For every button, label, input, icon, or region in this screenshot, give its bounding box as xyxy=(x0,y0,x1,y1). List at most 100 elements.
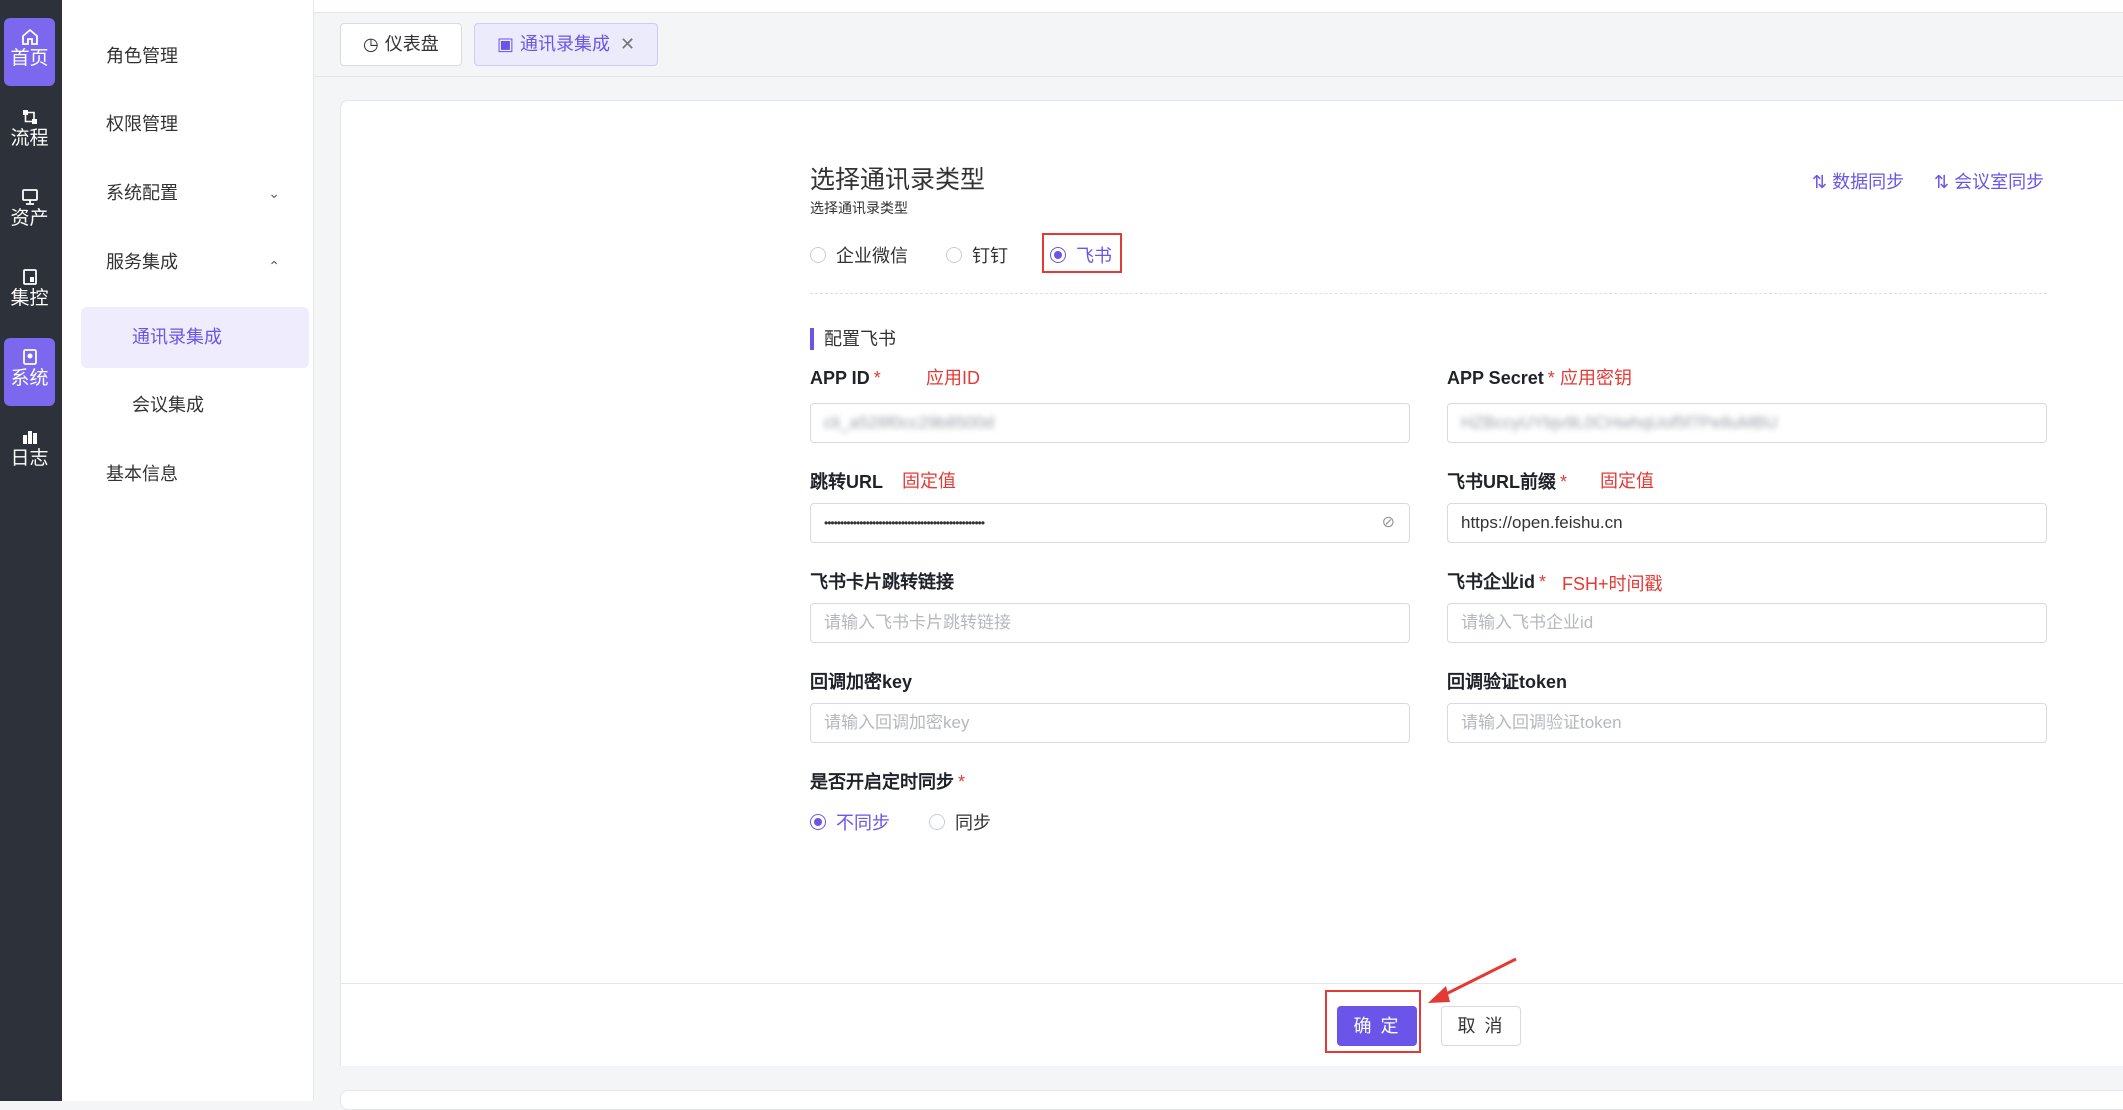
required-mark: * xyxy=(1560,472,1568,492)
main-card xyxy=(340,100,2123,1066)
sidebar: 角色管理 权限管理 系统配置 ⌄ 服务集成 ⌃ 通讯录集成 会议集成 基本信息 xyxy=(62,0,314,1101)
chevron-down-icon: ⌄ xyxy=(268,185,280,201)
rail-item-flow[interactable]: 流程 xyxy=(4,98,55,166)
required-mark: * xyxy=(1547,368,1555,388)
input-placeholder: 请输入回调验证token xyxy=(1461,713,1622,732)
input-value: https://open.feishu.cn xyxy=(1461,513,1623,532)
sidebar-item-label: 权限管理 xyxy=(106,114,178,134)
enterprise-id-input[interactable]: 请输入飞书企业id xyxy=(1447,603,2047,643)
rail-item-logs[interactable]: 日志 xyxy=(4,418,55,486)
input-placeholder: 请输入飞书企业id xyxy=(1461,613,1594,632)
divider xyxy=(810,293,2047,294)
flow-icon xyxy=(22,110,37,124)
callback-key-label: 回调加密key xyxy=(810,672,913,692)
sync-icon: ⇅ xyxy=(1934,172,1955,192)
input-value: ••••••••••••••••••••••••••••••••••••••••… xyxy=(824,516,985,530)
sidebar-item-roles[interactable]: 角色管理 xyxy=(62,25,314,87)
sidebar-item-basic-info[interactable]: 基本信息 xyxy=(62,443,314,505)
sidebar-item-label: 系统配置 xyxy=(106,183,178,203)
rail-item-home[interactable]: 首页 xyxy=(4,18,55,86)
redirect-url-label: 跳转URL xyxy=(810,472,883,492)
close-icon[interactable]: ✕ xyxy=(620,24,635,65)
rail-label: 日志 xyxy=(10,448,49,469)
rail-label: 流程 xyxy=(10,128,49,149)
radio-circle xyxy=(810,814,826,830)
tab-label: 仪表盘 xyxy=(384,34,439,54)
radio-label: 不同步 xyxy=(836,813,890,833)
sync-icon: ⇅ xyxy=(1812,172,1833,192)
app-secret-label: APP Secret * xyxy=(1447,368,1555,389)
radio-wecom[interactable]: 企业微信 xyxy=(810,240,908,270)
highlight-box-feishu xyxy=(1042,233,1122,273)
page-subtitle: 选择通讯录类型 xyxy=(810,200,908,216)
radio-label: 同步 xyxy=(955,813,991,833)
eye-hidden-icon[interactable]: ⊘ xyxy=(1382,504,1395,542)
radio-dingtalk[interactable]: 钉钉 xyxy=(946,240,1008,270)
rail-item-control[interactable]: 集控 xyxy=(4,258,55,326)
card-link-input[interactable]: 请输入飞书卡片跳转链接 xyxy=(810,603,1410,643)
sidebar-item-system-config[interactable]: 系统配置 ⌄ xyxy=(62,162,314,224)
radio-label: 钉钉 xyxy=(972,246,1008,266)
annotation-arrow-icon xyxy=(1428,957,1517,1003)
icon-rail: 首页 流程 资产 集控 系统 日志 xyxy=(0,0,62,1101)
app-secret-input[interactable]: HZBccyUYbjv9L0CHwhqUof5f7Pe8uMBU xyxy=(1447,403,2047,443)
data-sync-label: 数据同步 xyxy=(1832,172,1905,192)
room-sync-label: 会议室同步 xyxy=(1954,172,2045,192)
sidebar-subitem-label: 会议集成 xyxy=(132,395,204,415)
sidebar-item-label: 角色管理 xyxy=(106,46,178,66)
required-mark: * xyxy=(873,368,881,388)
radio-no-sync[interactable]: 不同步 xyxy=(810,807,890,837)
tab-contacts-integration[interactable]: ▣ 通讯录集成 ✕ xyxy=(474,23,659,66)
device-icon xyxy=(22,269,37,285)
callback-token-input[interactable]: 请输入回调验证token xyxy=(1447,703,2047,743)
data-sync-link[interactable]: ⇅ 数据同步 xyxy=(1812,168,1904,194)
tab-dashboard[interactable]: ◷ 仪表盘 xyxy=(340,23,462,66)
sidebar-item-permissions[interactable]: 权限管理 xyxy=(62,93,314,155)
annotation-feishu-url-prefix: 固定值 xyxy=(1600,471,1654,491)
dashboard-icon: ◷ xyxy=(363,34,379,54)
system-icon xyxy=(22,349,37,365)
redirect-url-input[interactable]: ••••••••••••••••••••••••••••••••••••••••… xyxy=(810,503,1410,543)
radio-sync[interactable]: 同步 xyxy=(929,807,991,837)
enterprise-id-label: 飞书企业id * xyxy=(1447,568,1546,594)
callback-token-label: 回调验证token xyxy=(1447,672,1568,692)
label-text: 飞书企业id xyxy=(1447,572,1535,592)
annotation-app-secret: 应用密钥 xyxy=(1560,368,1632,388)
card-link-label: 飞书卡片跳转链接 xyxy=(810,572,954,592)
app-id-input[interactable]: cli_a528f0cc29b8500d xyxy=(810,403,1410,443)
label-text: APP ID xyxy=(810,368,870,388)
rail-label: 首页 xyxy=(10,48,49,69)
required-mark: * xyxy=(1539,572,1547,592)
sidebar-item-service-integration[interactable]: 服务集成 ⌃ xyxy=(62,231,314,293)
sidebar-subitem-label: 通讯录集成 xyxy=(132,327,222,347)
secondary-card xyxy=(340,1090,2123,1110)
tab-label: 通讯录集成 xyxy=(520,34,611,54)
sidebar-item-label: 基本信息 xyxy=(106,464,178,484)
monitor-icon xyxy=(21,189,38,205)
room-sync-link[interactable]: ⇅ 会议室同步 xyxy=(1934,168,2044,194)
required-mark: * xyxy=(958,772,966,792)
input-value: HZBccyUYbjv9L0CHwhqUof5f7Pe8uMBU xyxy=(1461,413,1778,432)
log-icon xyxy=(22,431,37,444)
top-bar xyxy=(314,0,2123,13)
rail-item-system[interactable]: 系统 xyxy=(4,338,55,406)
radio-circle xyxy=(929,814,945,830)
callback-key-input[interactable]: 请输入回调加密key xyxy=(810,703,1410,743)
sidebar-item-label: 服务集成 xyxy=(106,252,178,272)
home-icon xyxy=(21,28,38,45)
confirm-button[interactable]: 确 定 xyxy=(1337,1006,1417,1046)
cancel-button[interactable]: 取 消 xyxy=(1441,1006,1521,1046)
feishu-url-prefix-input[interactable]: https://open.feishu.cn xyxy=(1447,503,2047,543)
rail-item-assets[interactable]: 资产 xyxy=(4,178,55,246)
input-value: cli_a528f0cc29b8500d xyxy=(824,413,995,432)
rail-label: 资产 xyxy=(10,208,49,229)
sidebar-subitem-contacts[interactable]: 通讯录集成 xyxy=(81,307,309,368)
label-text: APP Secret xyxy=(1447,368,1544,388)
radio-label: 企业微信 xyxy=(836,246,908,266)
radio-circle xyxy=(946,247,962,263)
label-text: 飞书URL前缀 xyxy=(1447,472,1556,492)
sidebar-subitem-meeting[interactable]: 会议集成 xyxy=(81,375,309,436)
form-footer xyxy=(340,983,2123,1066)
section-title: 配置飞书 xyxy=(810,328,896,350)
feishu-url-prefix-label: 飞书URL前缀 * xyxy=(1447,468,1567,494)
